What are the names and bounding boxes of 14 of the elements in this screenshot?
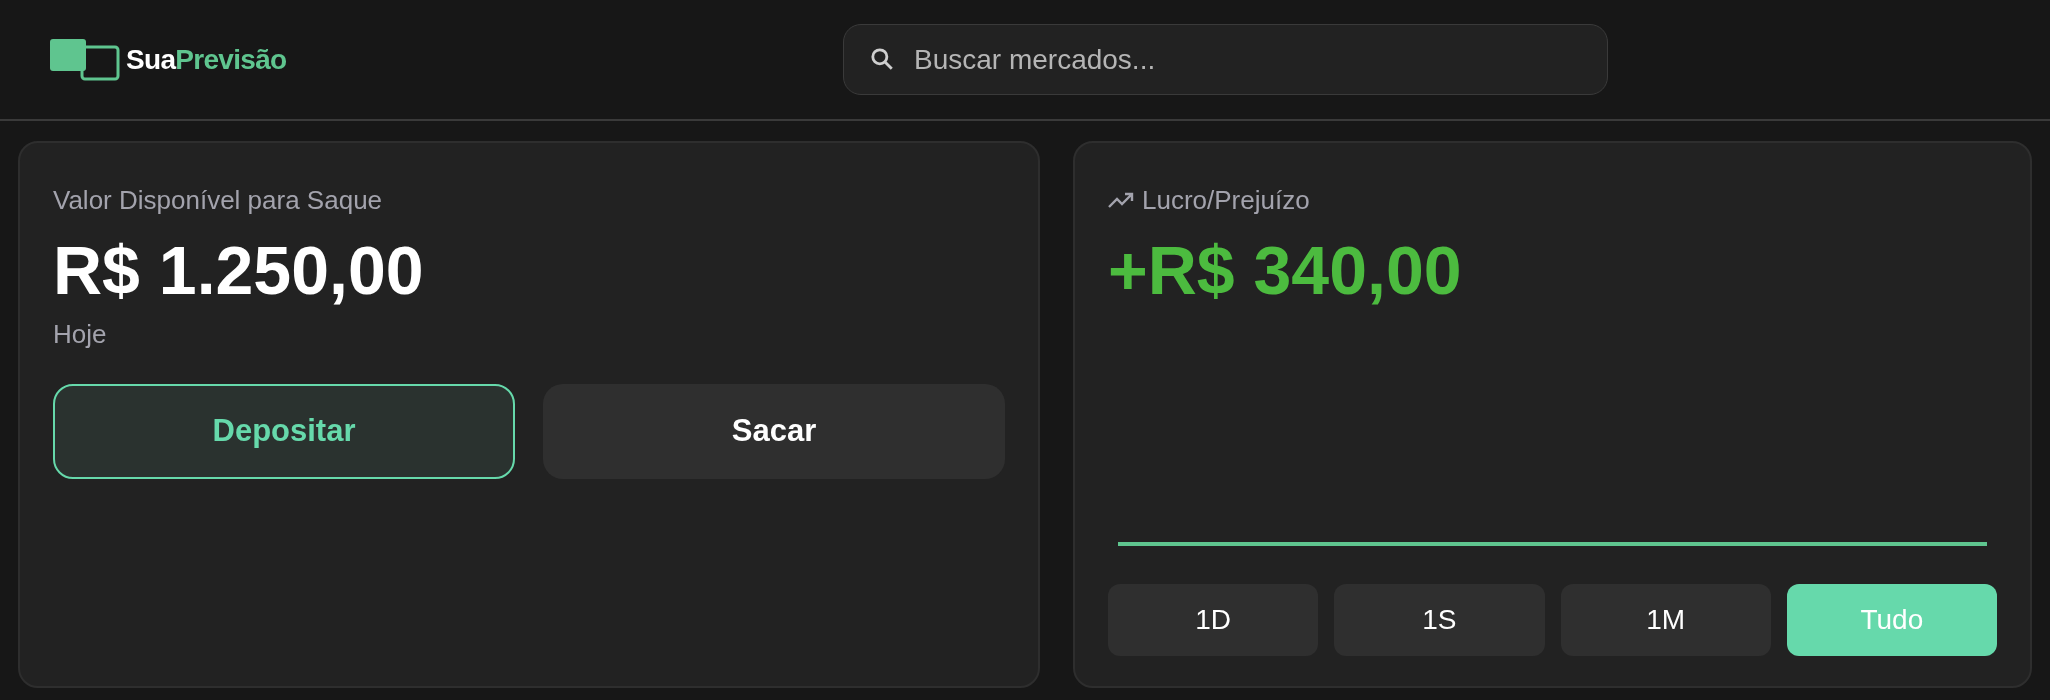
- withdraw-button[interactable]: Sacar: [543, 384, 1005, 479]
- card-label: Valor Disponível para Saque: [53, 184, 383, 217]
- search-icon: [869, 46, 895, 72]
- card-label: Lucro/Prejuízo: [1142, 184, 1310, 217]
- profit-amount: +R$ 340,00: [1108, 231, 1462, 310]
- search-field[interactable]: Buscar mercados...: [843, 24, 1608, 95]
- period-tab[interactable]: 1D: [1108, 584, 1319, 656]
- logo-text: SuaPrevisão: [126, 42, 287, 77]
- period-tab[interactable]: 1S: [1334, 584, 1545, 656]
- period-label: Hoje: [53, 318, 107, 351]
- deposit-button[interactable]: Depositar: [53, 384, 515, 479]
- period-tab[interactable]: 1M: [1560, 584, 1771, 656]
- logo-icon: [50, 38, 120, 81]
- balance-amount: R$ 1.250,00: [53, 231, 424, 310]
